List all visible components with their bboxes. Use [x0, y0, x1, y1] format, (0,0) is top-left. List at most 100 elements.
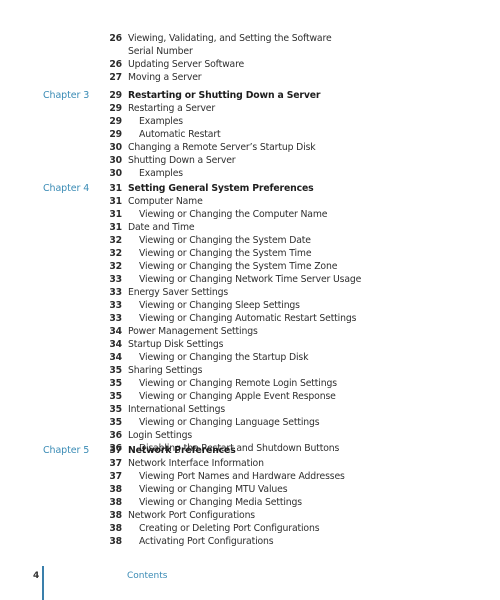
- toc-entry[interactable]: 38 Network Port Configurations: [0, 509, 500, 522]
- toc-entry[interactable]: 34 Viewing or Changing the Startup Disk: [0, 351, 500, 364]
- toc-entry-title[interactable]: Viewing or Changing the Startup Disk: [139, 351, 308, 364]
- toc-entry-title[interactable]: Restarting or Shutting Down a Server: [128, 89, 321, 102]
- toc-entry-page: 33: [109, 313, 122, 324]
- toc-entry[interactable]: 32 Viewing or Changing the System Time: [0, 247, 500, 260]
- toc-entry[interactable]: 26 Viewing, Validating, and Setting the S…: [0, 32, 500, 45]
- toc-entry[interactable]: 33 Energy Saver Settings: [0, 286, 500, 299]
- toc-entry[interactable]: 32 Viewing or Changing the System Date: [0, 234, 500, 247]
- toc-entry-page: 29: [109, 116, 122, 127]
- toc-entry-title[interactable]: Viewing Port Names and Hardware Addresse…: [139, 470, 345, 483]
- toc-entry[interactable]: 35 Viewing or Changing Remote Login Setti…: [0, 377, 500, 390]
- toc-entry-title[interactable]: Viewing or Changing the System Time Zone: [139, 260, 337, 273]
- toc-entry-page: 29: [109, 129, 122, 140]
- toc-entry-page: 33: [109, 287, 122, 298]
- toc-entry[interactable]: Serial Number: [0, 45, 500, 58]
- toc-entry-title[interactable]: Examples: [139, 115, 183, 128]
- toc-entry-title[interactable]: Viewing or Changing the System Time: [139, 247, 312, 260]
- toc-entry[interactable]: 34 Power Management Settings: [0, 325, 500, 338]
- toc-entry[interactable]: 31 Date and Time: [0, 221, 500, 234]
- toc-entry-title[interactable]: Examples: [139, 167, 183, 180]
- toc-entry-title[interactable]: Viewing or Changing the System Date: [139, 234, 311, 247]
- toc-entry-title[interactable]: Date and Time: [128, 221, 195, 234]
- toc-entry-page: 38: [109, 523, 122, 534]
- toc-entry[interactable]: 29 Restarting a Server: [0, 102, 500, 115]
- toc-entry[interactable]: 38 Viewing or Changing MTU Values: [0, 483, 500, 496]
- toc-entry[interactable]: 33 Viewing or Changing Sleep Settings: [0, 299, 500, 312]
- toc-entry[interactable]: 27 Moving a Server: [0, 71, 500, 84]
- toc-entry[interactable]: 29 Restarting or Shutting Down a Server: [0, 89, 500, 102]
- toc-entry-title[interactable]: Computer Name: [128, 195, 203, 208]
- toc-entry[interactable]: 35 International Settings: [0, 403, 500, 416]
- toc-entry-title[interactable]: Creating or Deleting Port Configurations: [139, 522, 320, 535]
- toc-entry[interactable]: 35 Sharing Settings: [0, 364, 500, 377]
- toc-entry-page: 31: [109, 222, 122, 233]
- toc-entry-page: 34: [109, 339, 122, 350]
- toc-entry[interactable]: 29 Automatic Restart: [0, 128, 500, 141]
- toc-entry-page: 38: [109, 484, 122, 495]
- toc-entry-page: 37: [109, 445, 122, 456]
- toc-entry[interactable]: 35 Viewing or Changing Apple Event Respon…: [0, 390, 500, 403]
- toc-entry[interactable]: 32 Viewing or Changing the System Time Zo…: [0, 260, 500, 273]
- toc-entry-title[interactable]: Setting General System Preferences: [128, 182, 314, 195]
- toc-entry-title[interactable]: Viewing, Validating, and Setting the Sof…: [128, 32, 332, 45]
- toc-entry-title[interactable]: Network Interface Information: [128, 457, 264, 470]
- toc-entry-page: 30: [109, 168, 122, 179]
- toc-entry[interactable]: 30 Examples: [0, 167, 500, 180]
- toc-entry-title[interactable]: Viewing or Changing Language Settings: [139, 416, 320, 429]
- toc-entry-page: 31: [109, 196, 122, 207]
- toc-entry-title[interactable]: Viewing or Changing Media Settings: [139, 496, 302, 509]
- toc-entry-title[interactable]: Viewing or Changing the Computer Name: [139, 208, 327, 221]
- toc-entry[interactable]: 31 Setting General System Preferences: [0, 182, 500, 195]
- toc-entry[interactable]: 37 Viewing Port Names and Hardware Addres…: [0, 470, 500, 483]
- toc-entry-title[interactable]: International Settings: [128, 403, 225, 416]
- toc-entry-page: 35: [109, 417, 122, 428]
- toc-entry-title[interactable]: Serial Number: [128, 45, 193, 58]
- toc-entry[interactable]: 38 Viewing or Changing Media Settings: [0, 496, 500, 509]
- toc-entry-page: 32: [109, 261, 122, 272]
- footer-rule: [42, 566, 44, 600]
- toc-entry-title[interactable]: Moving a Server: [128, 71, 202, 84]
- toc-entry-title[interactable]: Startup Disk Settings: [128, 338, 224, 351]
- toc-entry-page: 35: [109, 404, 122, 415]
- toc-entry-page: 26: [109, 33, 122, 44]
- toc-entry-title[interactable]: Viewing or Changing Sleep Settings: [139, 299, 300, 312]
- toc-entry[interactable]: 33 Viewing or Changing Automatic Restart …: [0, 312, 500, 325]
- toc-entry-title[interactable]: Power Management Settings: [128, 325, 258, 338]
- toc-entry[interactable]: 33 Viewing or Changing Network Time Serve…: [0, 273, 500, 286]
- toc-entry[interactable]: 38 Activating Port Configurations: [0, 535, 500, 548]
- toc-entry-title[interactable]: Changing a Remote Server’s Startup Disk: [128, 141, 316, 154]
- toc-entry-title[interactable]: Viewing or Changing Network Time Server …: [139, 273, 361, 286]
- running-head: Contents: [127, 571, 168, 581]
- toc-entry-title[interactable]: Sharing Settings: [128, 364, 203, 377]
- toc-entry-title[interactable]: Viewing or Changing Automatic Restart Se…: [139, 312, 356, 325]
- toc-entry-title[interactable]: Login Settings: [128, 429, 192, 442]
- toc-entry-title[interactable]: Viewing or Changing Apple Event Response: [139, 390, 336, 403]
- toc-entry-title[interactable]: Shutting Down a Server: [128, 154, 236, 167]
- toc-entry[interactable]: 35 Viewing or Changing Language Settings: [0, 416, 500, 429]
- toc-entry[interactable]: 30 Shutting Down a Server: [0, 154, 500, 167]
- toc-entry[interactable]: 31 Viewing or Changing the Computer Name: [0, 208, 500, 221]
- toc-entry[interactable]: 36 Login Settings: [0, 429, 500, 442]
- toc-entry-page: 37: [109, 458, 122, 469]
- toc-entry[interactable]: 31 Computer Name: [0, 195, 500, 208]
- toc-entry-title[interactable]: Network Port Configurations: [128, 509, 255, 522]
- toc-entry[interactable]: 38 Creating or Deleting Port Configuratio…: [0, 522, 500, 535]
- toc-entry-page: 37: [109, 471, 122, 482]
- toc-entry[interactable]: 37 Network Interface Information: [0, 457, 500, 470]
- toc-entry-page: 36: [109, 430, 122, 441]
- toc-entry[interactable]: 29 Examples: [0, 115, 500, 128]
- toc-entry-title[interactable]: Viewing or Changing MTU Values: [139, 483, 288, 496]
- toc-entry-title[interactable]: Updating Server Software: [128, 58, 244, 71]
- toc-entry-title[interactable]: Energy Saver Settings: [128, 286, 228, 299]
- toc-entry-page: 38: [109, 510, 122, 521]
- toc-entry[interactable]: 34 Startup Disk Settings: [0, 338, 500, 351]
- toc-entry-title[interactable]: Viewing or Changing Remote Login Setting…: [139, 377, 337, 390]
- toc-entry[interactable]: 30 Changing a Remote Server’s Startup Dis…: [0, 141, 500, 154]
- toc-entry-title[interactable]: Activating Port Configurations: [139, 535, 274, 548]
- toc-entry-title[interactable]: Restarting a Server: [128, 102, 215, 115]
- toc-entry-title[interactable]: Network Preferences: [128, 444, 236, 457]
- toc-entry[interactable]: 37 Network Preferences: [0, 444, 500, 457]
- toc-entry-title[interactable]: Automatic Restart: [139, 128, 221, 141]
- toc-entry[interactable]: 26 Updating Server Software: [0, 58, 500, 71]
- toc-entry-page: 38: [109, 536, 122, 547]
